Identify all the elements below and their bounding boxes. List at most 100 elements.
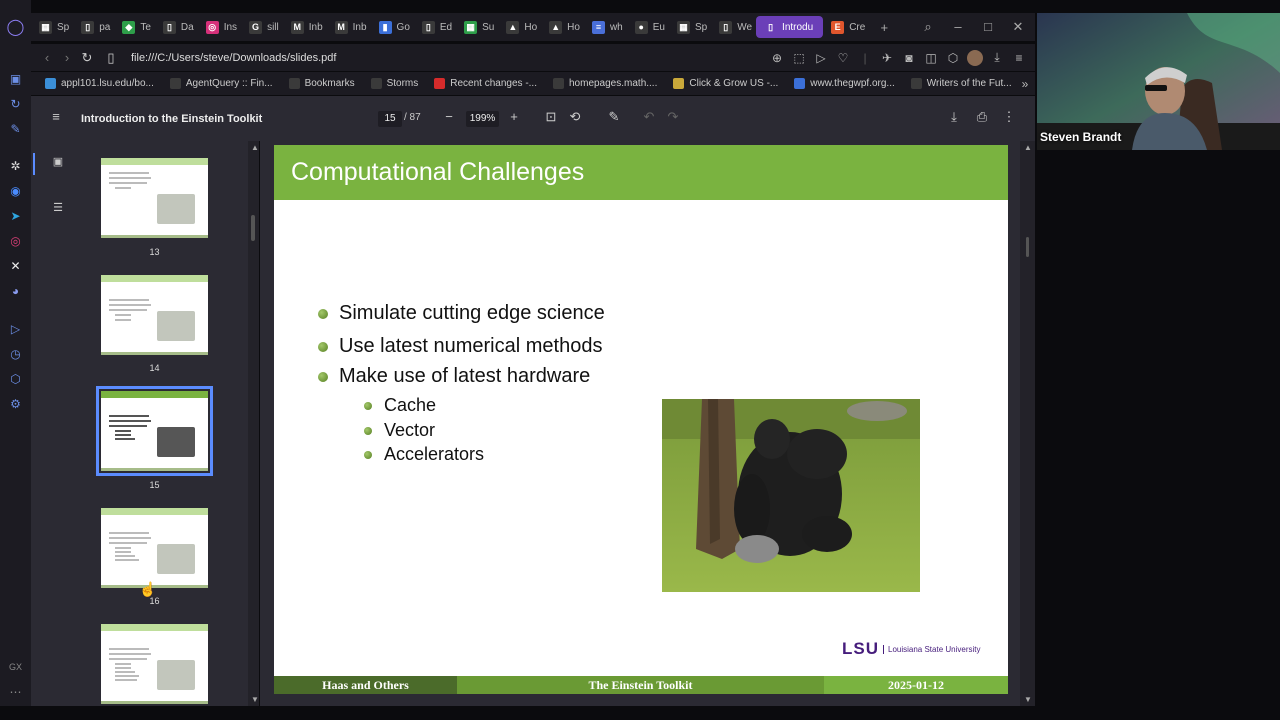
tab-11[interactable]: ▲ Ho: [498, 16, 541, 38]
viewer-scrollbar[interactable]: ▲ ▼: [1020, 141, 1035, 706]
extensions-panel-icon[interactable]: ⬡: [7, 370, 24, 387]
tab-label: Inb: [308, 21, 323, 33]
history-icon[interactable]: ◷: [7, 345, 24, 362]
page-number-input[interactable]: 15: [378, 111, 402, 127]
sidebar-menu-icon[interactable]: ≡: [47, 109, 65, 124]
bookmark-item[interactable]: Bookmarks: [283, 78, 361, 89]
zoom-out-icon[interactable]: −: [440, 109, 458, 124]
player-icon[interactable]: ▷: [7, 320, 24, 337]
bookmark-icon: [434, 78, 446, 89]
close-window-button[interactable]: ✕: [1007, 19, 1029, 35]
zoom-input[interactable]: 199%: [466, 111, 499, 127]
download-pdf-icon[interactable]: ⤓: [945, 109, 963, 125]
tab-16[interactable]: ▯ We: [711, 16, 756, 38]
thumbnail-page-17[interactable]: [101, 624, 208, 704]
gx-icon[interactable]: GX: [7, 658, 24, 675]
redo-icon[interactable]: ↷: [664, 109, 682, 125]
tab-favicon-icon: ▲: [549, 20, 563, 34]
telegram-icon[interactable]: ➤: [7, 207, 24, 224]
new-tab-button[interactable]: +: [873, 20, 895, 35]
instagram-ext-icon[interactable]: ◙: [901, 51, 917, 65]
minimize-button[interactable]: –: [947, 19, 969, 35]
thumbnail-page-15[interactable]: [96, 386, 213, 476]
aria-icon[interactable]: ▣: [7, 70, 24, 87]
thumbnail-scrollbar[interactable]: ▲ ▼: [248, 141, 259, 706]
tab-label: Ho: [567, 21, 580, 33]
tab-17[interactable]: ▯ Introdu: [756, 16, 824, 38]
tab-10[interactable]: ▦ Su: [456, 16, 498, 38]
tab-14[interactable]: ● Eu: [627, 16, 669, 38]
profile-avatar[interactable]: [967, 49, 983, 66]
tab-13[interactable]: ≡ wh: [584, 16, 627, 38]
back-button[interactable]: ‹: [37, 50, 57, 65]
extensions-icon[interactable]: ⬡: [945, 51, 961, 65]
tab-1[interactable]: ▯ pa: [73, 16, 114, 38]
annotate-icon[interactable]: ✎: [605, 109, 623, 125]
more-bookmarks-icon[interactable]: »: [1022, 77, 1037, 91]
rotate-icon[interactable]: ⟲: [566, 109, 584, 125]
chatgpt-icon[interactable]: ✲: [7, 157, 24, 174]
search-tabs-icon[interactable]: ⌕: [917, 19, 939, 35]
tab-favicon-icon: ●: [634, 20, 648, 34]
tab-9[interactable]: ▯ Ed: [414, 16, 456, 38]
maximize-button[interactable]: □: [977, 19, 999, 35]
bookmark-item[interactable]: Click & Grow US -...: [667, 78, 784, 89]
media-icon[interactable]: ◫: [923, 51, 939, 65]
zoom-icon[interactable]: ⊕: [769, 51, 785, 65]
download-icon[interactable]: ⤓: [989, 50, 1005, 65]
tab-6[interactable]: M Inb: [283, 16, 327, 38]
bookmark-item[interactable]: www.thegwpf.org...: [788, 78, 900, 89]
bookmark-item[interactable]: Storms: [365, 78, 425, 89]
x-twitter-icon[interactable]: ✕: [7, 257, 24, 274]
tab-favicon-icon: ≡: [591, 20, 605, 34]
zoom-in-icon[interactable]: +: [505, 109, 523, 124]
bullet-item: Make use of latest hardware: [318, 365, 590, 388]
tab-18[interactable]: E Cre: [823, 16, 869, 38]
bookmark-item[interactable]: appl101.lsu.edu/bo...: [39, 78, 160, 89]
tab-label: Su: [482, 21, 495, 33]
messenger-icon[interactable]: ◉: [7, 182, 24, 199]
tab-8[interactable]: ▮ Go: [371, 16, 414, 38]
webcam-feed: Steven Brandt: [1037, 13, 1280, 150]
more-icon[interactable]: ⋯: [7, 683, 24, 700]
thumbnail-page-16[interactable]: [101, 508, 208, 588]
play-icon[interactable]: ▷: [813, 51, 829, 65]
outline-view-icon[interactable]: ☰: [49, 201, 67, 214]
bookmark-item[interactable]: Recent changes -...: [428, 78, 543, 89]
bookmark-item[interactable]: Writers of the Fut...: [905, 78, 1018, 89]
print-icon[interactable]: ⎙: [973, 109, 991, 125]
thumbnail-page-14[interactable]: [101, 275, 208, 355]
more-options-icon[interactable]: ⋮: [1000, 109, 1018, 125]
instagram-icon[interactable]: ◎: [7, 232, 24, 249]
tab-7[interactable]: M Inb: [327, 16, 371, 38]
refresh-panel-icon[interactable]: ↻: [7, 95, 24, 112]
tab-0[interactable]: ▦ Sp: [31, 16, 73, 38]
vpn-icon[interactable]: ✈: [879, 51, 895, 65]
tab-15[interactable]: ▦ Sp: [669, 16, 711, 38]
thumbnail-page-13[interactable]: [101, 158, 208, 238]
tab-2[interactable]: ◆ Te: [114, 16, 155, 38]
tab-favicon-icon: ▯: [421, 20, 435, 34]
snapshot-icon[interactable]: ⬚: [791, 51, 807, 65]
undo-icon[interactable]: ↶: [640, 109, 658, 125]
opera-logo-icon[interactable]: ◯: [7, 18, 25, 36]
bookmark-item[interactable]: homepages.math....: [547, 78, 663, 89]
settings-icon[interactable]: ⚙: [7, 395, 24, 412]
thumbnails-view-icon[interactable]: ▣: [49, 155, 67, 168]
forward-button[interactable]: ›: [57, 50, 77, 65]
bookmark-icon: [288, 78, 300, 89]
edit-panel-icon[interactable]: ✎: [7, 120, 24, 137]
discord-icon[interactable]: ◕: [7, 282, 24, 299]
heart-icon[interactable]: ♡: [835, 51, 851, 65]
tab-3[interactable]: ▯ Da: [155, 16, 198, 38]
bookmark-item[interactable]: AgentQuery :: Fin...: [164, 78, 279, 89]
menu-icon[interactable]: ≡: [1011, 51, 1027, 65]
tab-label: Eu: [652, 21, 665, 33]
reload-button[interactable]: ↻: [77, 50, 97, 66]
tab-12[interactable]: ▲ Ho: [541, 16, 584, 38]
tab-5[interactable]: Gsill: [241, 16, 283, 38]
tab-4[interactable]: ◎ Ins: [198, 16, 241, 38]
file-icon: ▯: [107, 49, 115, 65]
fit-page-icon[interactable]: ⊡: [542, 109, 560, 125]
url-field[interactable]: file:///C:/Users/steve/Downloads/slides.…: [131, 52, 336, 64]
